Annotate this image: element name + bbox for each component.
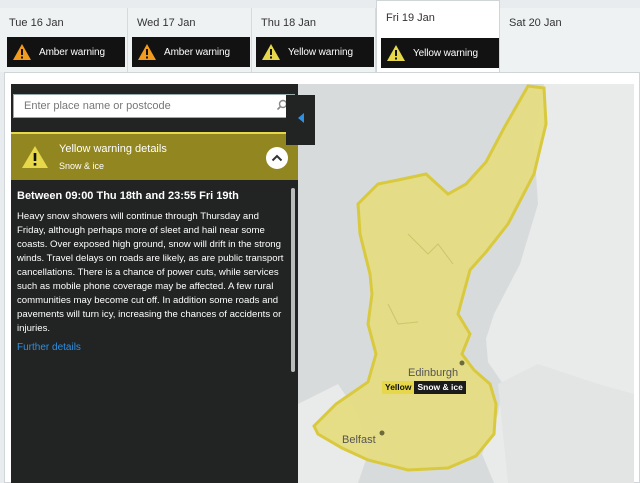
further-details-link[interactable]: Further details <box>17 342 285 353</box>
day-tabs: Tue 16 Jan Amber warning Wed 17 Jan Ambe… <box>0 0 640 72</box>
warning-map[interactable]: Edinburgh Belfast Yellow Snow & ice <box>298 84 634 483</box>
warning-badge: Yellow warning <box>256 37 374 67</box>
caret-left-icon <box>297 111 305 129</box>
warning-period: Between 09:00 Thu 18th and 23:55 Fri 19t… <box>17 190 239 202</box>
warning-badge-label: Yellow warning <box>288 46 353 58</box>
warning-badge: Amber warning <box>7 37 125 67</box>
warning-badge: Yellow warning <box>381 38 499 68</box>
place-label-belfast: Belfast <box>342 434 376 446</box>
tab-day-label: Sat 20 Jan <box>509 17 562 29</box>
tab-day-label: Tue 16 Jan <box>9 17 64 29</box>
amber-warning-icon <box>7 37 37 67</box>
warning-badge-label: Amber warning <box>164 46 230 58</box>
warning-badge-label: Yellow warning <box>413 47 478 59</box>
place-label-edinburgh: Edinburgh <box>408 367 459 379</box>
tab-wed-17-jan[interactable]: Wed 17 Jan Amber warning <box>128 8 252 72</box>
map-canvas <box>298 84 634 483</box>
tab-thu-18-jan[interactable]: Thu 18 Jan Yellow warning <box>252 8 376 72</box>
collapse-details-chevron-up-icon[interactable] <box>266 147 288 169</box>
warning-details: Between 09:00 Thu 18th and 23:55 Fri 19t… <box>17 190 285 353</box>
tab-day-label: Thu 18 Jan <box>261 17 317 29</box>
search-input[interactable]: Enter place name or postcode <box>13 94 295 118</box>
map-warning-level: Yellow <box>382 381 415 394</box>
tab-day-label: Fri 19 Jan <box>386 12 435 24</box>
yellow-warning-icon <box>256 37 286 67</box>
details-scrollbar[interactable] <box>291 188 295 372</box>
amber-warning-icon <box>132 37 162 67</box>
tab-fri-19-jan[interactable]: Fri 19 Jan Yellow warning <box>376 0 500 72</box>
warning-description: Heavy snow showers will continue through… <box>17 211 284 334</box>
warning-title: Yellow warning details <box>59 143 167 155</box>
yellow-warning-icon <box>381 38 411 68</box>
warning-badge: Amber warning <box>132 37 250 67</box>
warning-panel: Enter place name or postcode Yellow warn… <box>11 84 298 483</box>
warning-badge-label: Amber warning <box>39 46 105 58</box>
collapse-panel-button[interactable] <box>286 95 315 145</box>
map-warning-type: Snow & ice <box>414 381 466 394</box>
tab-tue-16-jan[interactable]: Tue 16 Jan Amber warning <box>0 8 128 72</box>
tab-sat-20-jan[interactable]: Sat 20 Jan <box>500 8 640 72</box>
warning-type: Snow & ice <box>59 161 105 171</box>
map-warning-label: Yellow Snow & ice <box>382 381 466 394</box>
warning-header[interactable]: Yellow warning details Snow & ice <box>11 132 298 180</box>
search-placeholder: Enter place name or postcode <box>24 100 171 112</box>
yellow-warning-icon <box>21 145 49 174</box>
tab-day-label: Wed 17 Jan <box>137 17 196 29</box>
